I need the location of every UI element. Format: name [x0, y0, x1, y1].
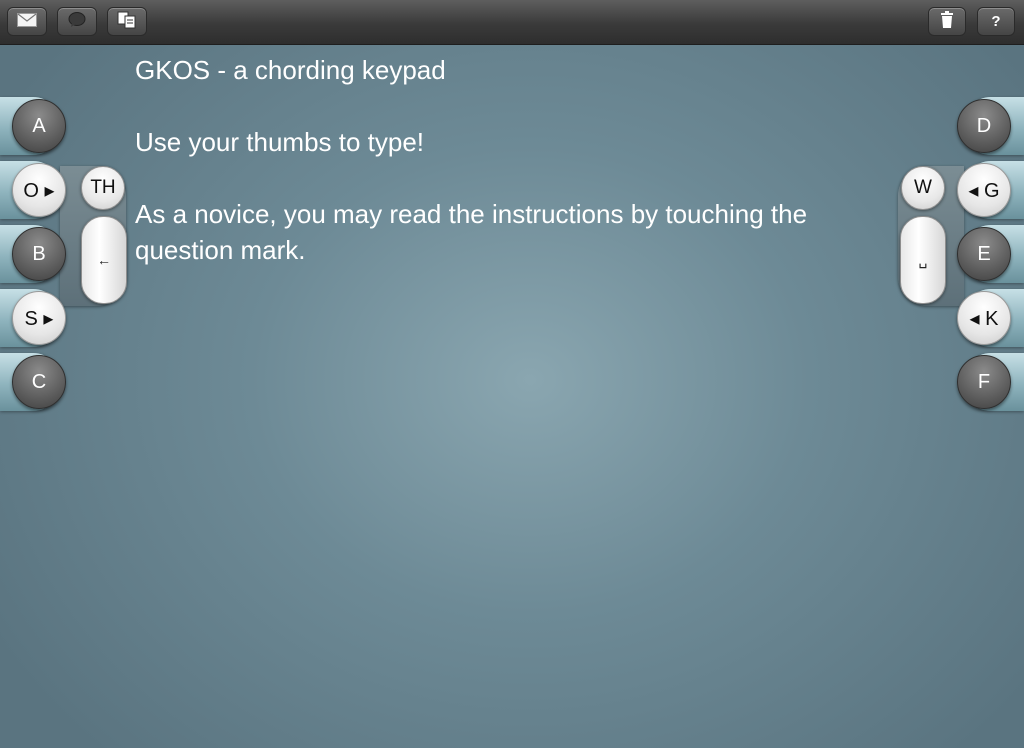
help-button[interactable]: ? [977, 7, 1015, 36]
key-e[interactable]: E [957, 227, 1011, 281]
key-a[interactable]: A [12, 99, 66, 153]
trash-icon [940, 10, 954, 33]
key-s[interactable]: S ▸ [12, 291, 66, 345]
toolbar: ? [0, 0, 1024, 45]
mail-button[interactable] [7, 7, 47, 36]
help-hint: As a novice, you may read the instructio… [135, 199, 808, 265]
key-b[interactable]: B [12, 227, 66, 281]
key-g[interactable]: ◂ G [957, 163, 1011, 217]
key-o[interactable]: O ▸ [12, 163, 66, 217]
key-c[interactable]: C [12, 355, 66, 409]
page-title: GKOS - a chording keypad [135, 55, 446, 85]
speech-bubble-icon [68, 11, 86, 32]
key-d[interactable]: D [957, 99, 1011, 153]
space-key[interactable]: ␣ [900, 216, 946, 304]
trash-button[interactable] [928, 7, 966, 36]
key-f[interactable]: F [957, 355, 1011, 409]
envelope-icon [17, 12, 37, 31]
question-mark-icon: ? [991, 13, 1001, 30]
key-k[interactable]: ◂ K [957, 291, 1011, 345]
instruction-line: Use your thumbs to type! [135, 127, 425, 157]
copy-documents-icon [117, 11, 137, 33]
key-w[interactable]: W [901, 166, 945, 210]
key-th[interactable]: TH [81, 166, 125, 210]
backspace-key[interactable]: ← [81, 216, 127, 304]
copy-button[interactable] [107, 7, 147, 36]
text-area[interactable]: GKOS - a chording keypad Use your thumbs… [135, 52, 895, 304]
message-button[interactable] [57, 7, 97, 36]
